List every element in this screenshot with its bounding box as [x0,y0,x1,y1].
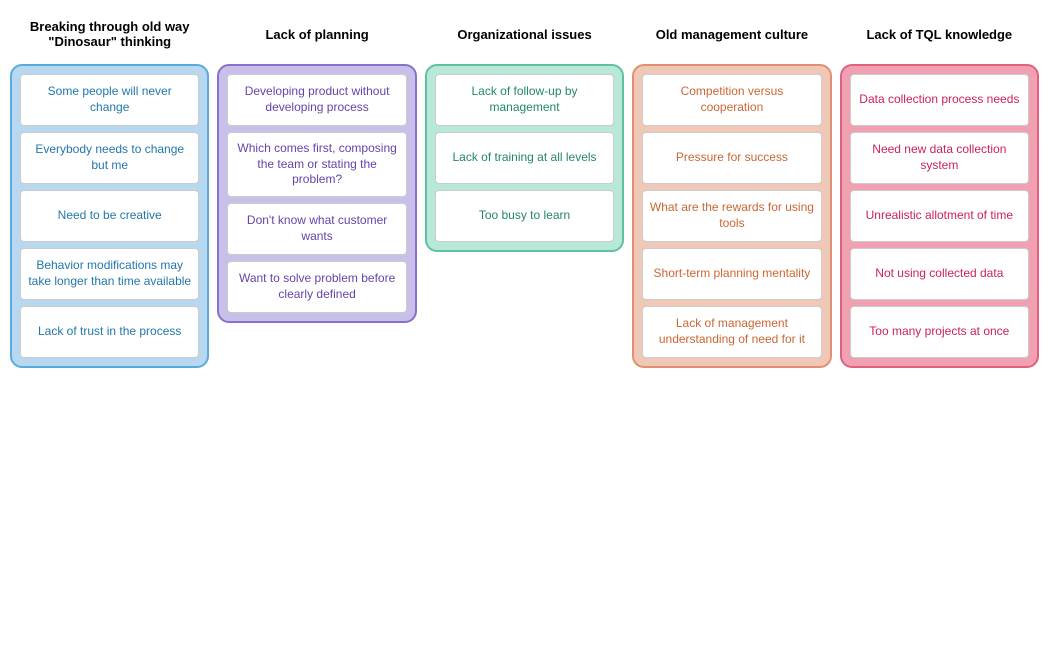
card-2-0[interactable]: Lack of follow-up by management [435,74,614,126]
card-4-1[interactable]: Need new data collection system [850,132,1029,184]
card-3-4[interactable]: Lack of management understanding of need… [642,306,821,358]
card-0-3[interactable]: Behavior modifications may take longer t… [20,248,199,300]
card-3-1[interactable]: Pressure for success [642,132,821,184]
card-1-3[interactable]: Want to solve problem before clearly def… [227,261,406,313]
column-header-4: Lack of TQL knowledge [862,10,1016,58]
column-body-4: Data collection process needs Need new da… [840,64,1039,368]
column-header-2: Organizational issues [453,10,595,58]
kanban-board: Breaking through old way "Dinosaur" thin… [10,10,1039,368]
card-3-3[interactable]: Short-term planning mentality [642,248,821,300]
column-body-2: Lack of follow-up by management Lack of t… [425,64,624,252]
card-4-0[interactable]: Data collection process needs [850,74,1029,126]
card-1-0[interactable]: Developing product without developing pr… [227,74,406,126]
card-2-2[interactable]: Too busy to learn [435,190,614,242]
card-0-4[interactable]: Lack of trust in the process [20,306,199,358]
card-3-0[interactable]: Competition versus cooperation [642,74,821,126]
card-4-2[interactable]: Unrealistic allotment of time [850,190,1029,242]
card-3-2[interactable]: What are the rewards for using tools [642,190,821,242]
column-col-blue: Breaking through old way "Dinosaur" thin… [10,10,209,368]
column-body-0: Some people will never change Everybody n… [10,64,209,368]
card-4-4[interactable]: Too many projects at once [850,306,1029,358]
card-4-3[interactable]: Not using collected data [850,248,1029,300]
card-2-1[interactable]: Lack of training at all levels [435,132,614,184]
column-header-3: Old management culture [652,10,812,58]
column-body-3: Competition versus cooperation Pressure f… [632,64,831,368]
column-col-pink: Lack of TQL knowledge Data collection pro… [840,10,1039,368]
column-header-0: Breaking through old way "Dinosaur" thin… [10,10,209,58]
column-body-1: Developing product without developing pr… [217,64,416,323]
card-0-2[interactable]: Need to be creative [20,190,199,242]
column-header-1: Lack of planning [261,10,372,58]
card-0-0[interactable]: Some people will never change [20,74,199,126]
column-col-teal: Organizational issues Lack of follow-up b… [425,10,624,252]
column-col-purple: Lack of planning Developing product witho… [217,10,416,323]
card-1-2[interactable]: Don't know what customer wants [227,203,406,255]
column-col-peach: Old management culture Competition versus… [632,10,831,368]
card-1-1[interactable]: Which comes first, composing the team or… [227,132,406,197]
card-0-1[interactable]: Everybody needs to change but me [20,132,199,184]
